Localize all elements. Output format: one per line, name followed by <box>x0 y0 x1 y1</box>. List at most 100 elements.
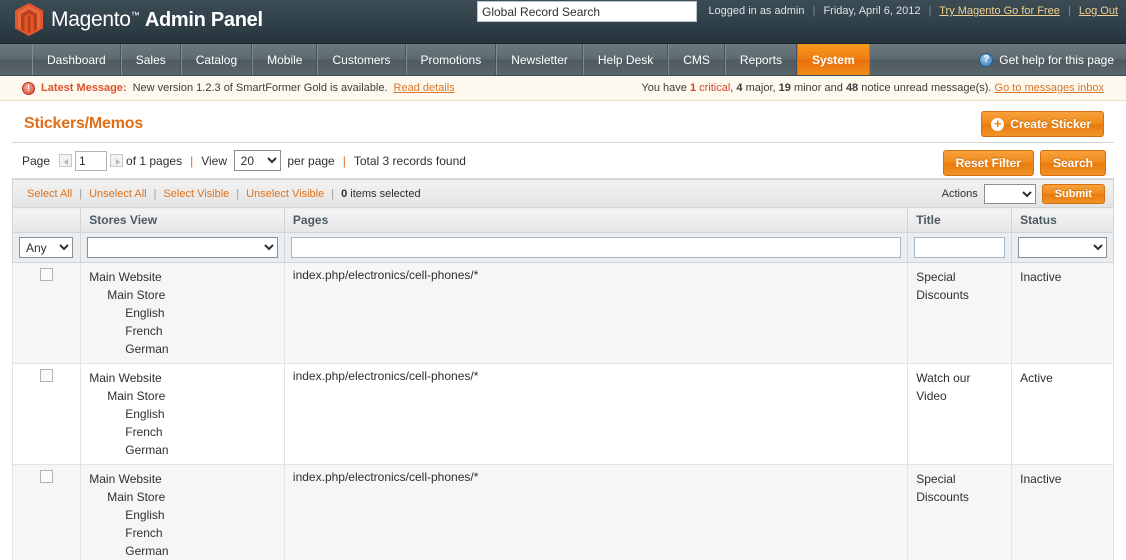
select-all-link[interactable]: Select All <box>27 188 72 200</box>
read-details-link[interactable]: Read details <box>394 82 455 94</box>
counts-prefix: You have <box>641 82 687 94</box>
massaction-controls: Actions Delete Submit <box>942 180 1105 207</box>
pager-divider-2: | <box>342 153 346 168</box>
nav-item-reports[interactable]: Reports <box>724 44 797 75</box>
cell-status: Inactive <box>1011 262 1114 364</box>
table-row[interactable]: Main Website Main Store English French Germa… <box>11 262 1114 364</box>
exclamation-icon: ! <box>22 81 35 95</box>
nav-item-catalog[interactable]: Catalog <box>180 44 253 75</box>
filter-cell-stores-view <box>80 232 285 263</box>
nav-items: Dashboard Sales Catalog Mobile Customers Prom… <box>32 44 870 75</box>
nav-item-cms[interactable]: CMS <box>668 44 725 75</box>
filter-cell-title <box>907 232 1013 263</box>
select-visible-link[interactable]: Select Visible <box>163 188 229 200</box>
try-magento-go-link[interactable]: Try Magento Go for Free <box>939 5 1060 17</box>
grid-pager: Page of 1 pages | View 203050100200 per … <box>12 143 1114 179</box>
search-button[interactable]: Search <box>1039 150 1106 176</box>
store-view-entry: French <box>125 324 163 338</box>
column-header-pages[interactable]: Pages <box>283 207 909 233</box>
column-header-stores-view[interactable]: Stores View <box>80 207 285 233</box>
store-view-entry: Main Website <box>89 270 162 284</box>
per-page-label: per page <box>287 153 335 168</box>
row-checkbox[interactable] <box>40 268 54 281</box>
store-view-entry: German <box>125 544 169 558</box>
view-label: View <box>201 153 227 168</box>
main-navigation: Dashboard Sales Catalog Mobile Customers Prom… <box>0 44 1126 76</box>
filter-cell-pages <box>283 232 909 263</box>
column-header-status[interactable]: Status <box>1011 207 1114 233</box>
filter-title-input[interactable] <box>914 237 1006 258</box>
major-count: 4 <box>736 82 743 94</box>
logo-suffix: Admin Panel <box>144 8 263 31</box>
create-sticker-label: Create Sticker <box>1010 117 1091 131</box>
filter-stores-view-select[interactable] <box>87 237 278 258</box>
nav-item-customers[interactable]: Customers <box>317 44 406 75</box>
global-search-input[interactable] <box>477 1 697 22</box>
latest-message-bar: ! Latest Message: New version 1.2.3 of S… <box>0 76 1126 101</box>
filter-cell-any: AnyYesNo <box>11 232 82 263</box>
grid-body: Main Website Main Store English French Germa… <box>11 262 1114 560</box>
create-sticker-button[interactable]: + Create Sticker <box>981 111 1104 137</box>
per-page-select[interactable]: 203050100200 <box>233 150 281 171</box>
nav-item-sales[interactable]: Sales <box>120 44 181 75</box>
messages-inbox-link[interactable]: Go to messages inbox <box>995 82 1104 94</box>
nav-item-mobile[interactable]: Mobile <box>252 44 318 75</box>
header-separator-1: | <box>812 5 816 17</box>
header-separator-3: | <box>1067 5 1071 17</box>
logged-in-label: Logged in as admin <box>708 5 805 17</box>
cell-pages: index.php/electronics/cell-phones/* <box>283 363 909 465</box>
store-view-entry: English <box>125 306 165 320</box>
unread-messages-summary: You have 1 critical, 4 major, 19 minor a… <box>641 82 1104 94</box>
page-label: Page <box>22 153 51 168</box>
of-pages-label: of 1 pages <box>126 153 183 168</box>
cell-stores-view: Main Website Main Store English French Germa… <box>80 363 285 465</box>
filter-pages-input[interactable] <box>290 237 902 258</box>
table-row[interactable]: Main Website Main Store English French Germa… <box>11 464 1114 560</box>
mass-separator-3: | <box>236 187 240 200</box>
notice-count: 48 <box>845 82 859 94</box>
actions-select[interactable]: Delete <box>983 183 1036 204</box>
filter-status-select[interactable]: ActiveInactive <box>1018 237 1107 258</box>
chevron-left-icon[interactable] <box>59 154 73 167</box>
total-records-label: Total 3 records found <box>353 153 466 168</box>
pager-divider-1: | <box>190 153 194 168</box>
store-view-entry: French <box>125 526 163 540</box>
store-view-entry: Main Store <box>107 490 166 504</box>
nav-item-help-desk[interactable]: Help Desk <box>582 44 669 75</box>
chevron-right-icon[interactable] <box>110 154 124 167</box>
store-view-entry: German <box>125 443 169 457</box>
page-number-input[interactable] <box>75 150 108 171</box>
nav-item-system[interactable]: System <box>796 44 870 75</box>
cell-status: Inactive <box>1011 464 1114 560</box>
store-view-entry: English <box>125 407 165 421</box>
admin-header: Magento™ Admin Panel Logged in as admin … <box>0 0 1126 44</box>
nav-item-newsletter[interactable]: Newsletter <box>496 44 583 75</box>
column-header-title[interactable]: Title <box>907 207 1013 233</box>
get-help-link[interactable]: ? Get help for this page <box>979 44 1114 75</box>
column-header-checkbox[interactable] <box>11 207 82 233</box>
filter-cell-status: ActiveInactive <box>1011 232 1114 263</box>
grid-filter-row: AnyYesNo ActiveInactive <box>11 232 1114 263</box>
table-row[interactable]: Main Website Main Store English French Germa… <box>11 363 1114 465</box>
nav-item-promotions[interactable]: Promotions <box>405 44 497 75</box>
critical-count: 1 <box>689 82 697 94</box>
grid-header-row: Stores View Pages Title Status <box>11 207 1114 233</box>
filter-any-select[interactable]: AnyYesNo <box>19 237 73 258</box>
logout-link[interactable]: Log Out <box>1079 5 1118 17</box>
unselect-visible-link[interactable]: Unselect Visible <box>246 188 324 200</box>
unselect-all-link[interactable]: Unselect All <box>89 188 146 200</box>
critical-word: critical <box>699 82 731 94</box>
reset-filter-button[interactable]: Reset Filter <box>942 150 1034 176</box>
submit-button[interactable]: Submit <box>1041 183 1105 204</box>
latest-message-content: ! Latest Message: New version 1.2.3 of S… <box>22 76 455 100</box>
page-header: Stickers/Memos + Create Sticker <box>12 101 1114 143</box>
magento-logo[interactable]: Magento™ Admin Panel <box>14 3 263 36</box>
store-view-entry: Main Store <box>107 389 166 403</box>
row-checkbox[interactable] <box>40 369 54 382</box>
row-checkbox[interactable] <box>40 470 54 483</box>
row-checkbox-cell <box>11 464 82 560</box>
latest-message-label: Latest Message: <box>41 82 127 94</box>
current-date: Friday, April 6, 2012 <box>823 5 921 17</box>
header-user-info: Logged in as admin | Friday, April 6, 20… <box>708 5 1118 17</box>
nav-item-dashboard[interactable]: Dashboard <box>32 44 121 75</box>
